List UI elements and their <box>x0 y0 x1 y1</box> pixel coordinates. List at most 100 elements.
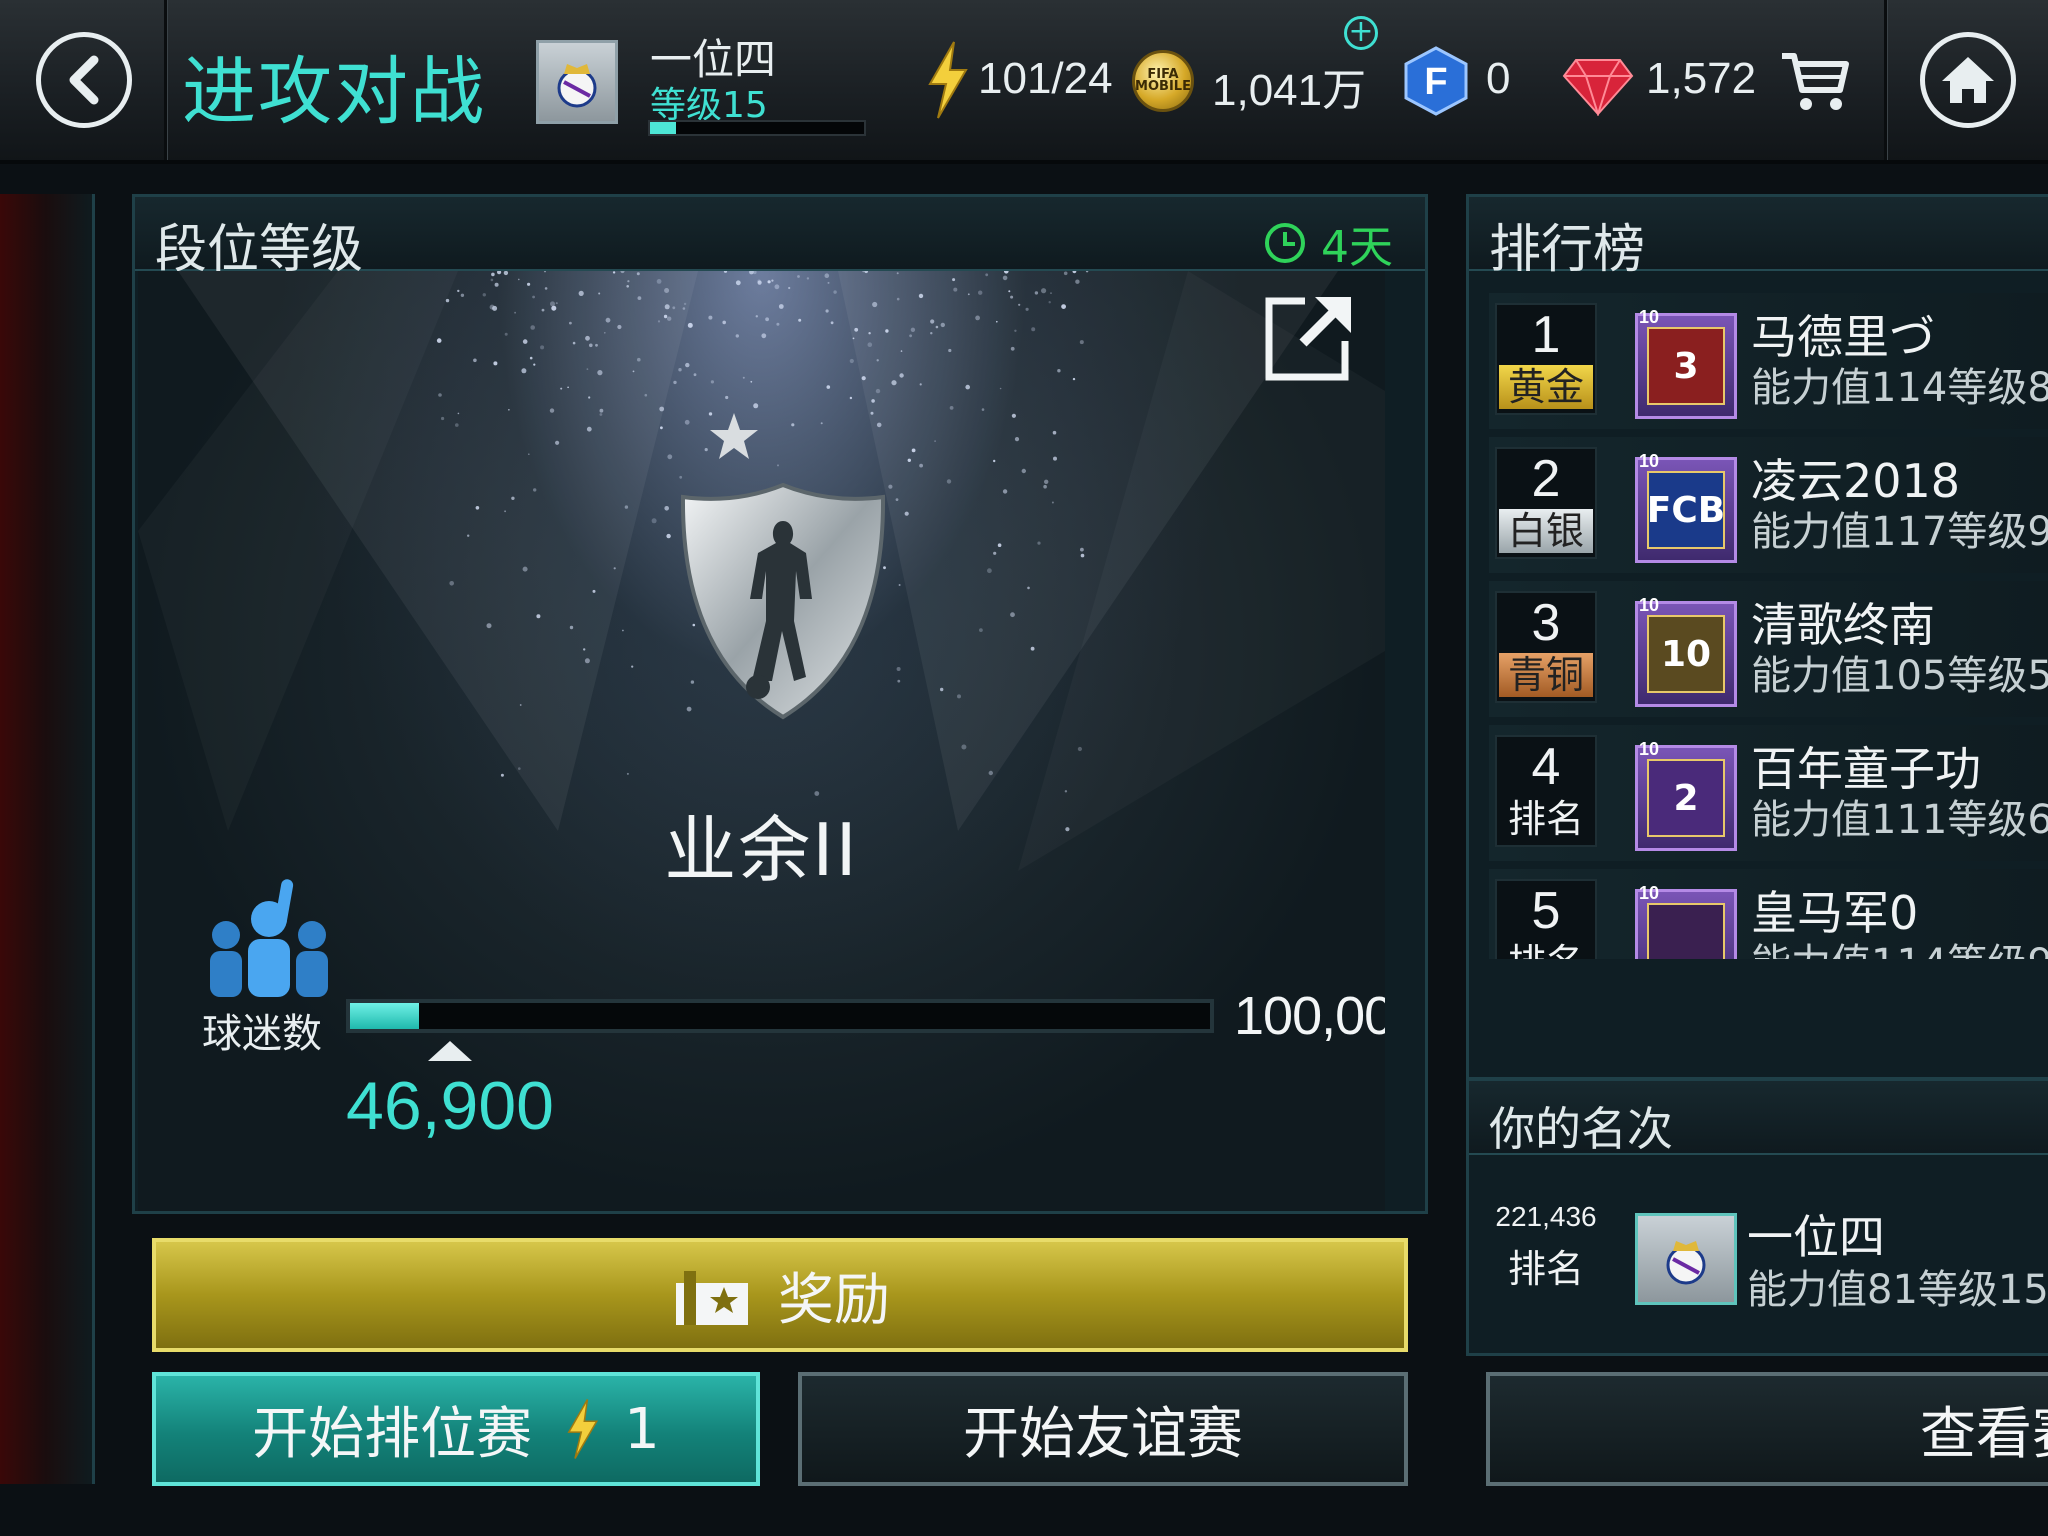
your-stats: 能力值81等级15 <box>1747 1267 2048 1313</box>
ranked-cost: 1 <box>624 1396 660 1462</box>
fans-progress-fill <box>350 1003 419 1029</box>
fans-progress-bar <box>346 999 1214 1033</box>
gems-value: 1,572 <box>1646 54 1757 103</box>
page-title: 进攻对战 <box>182 49 486 135</box>
leaderboard-row[interactable]: 2 白银 FCB 10 凌云2018 能力值117等级99 <box>1489 437 2048 573</box>
home-button[interactable] <box>1920 32 2016 128</box>
club-crest-icon <box>1635 1213 1737 1305</box>
player-stats: 能力值105等级58 <box>1751 653 2048 699</box>
badge-level-tag: 10 <box>1639 883 1660 903</box>
start-ranked-label: 开始排位赛 <box>252 1401 533 1467</box>
player-stats: 能力值111等级69 <box>1751 797 2048 843</box>
lightning-icon <box>928 41 968 119</box>
fifa-points-letter: F <box>1424 61 1447 103</box>
player-badge-icon: 3 <box>1635 313 1737 419</box>
view-label: 查看赛 <box>1920 1401 2048 1467</box>
badge-level-tag: 10 <box>1639 307 1660 327</box>
back-button[interactable] <box>36 32 132 128</box>
leaderboard-panel: 排行榜 1 黄金 3 10 马德里づ 能力值114等级81 2 白银 FCB 10 凌云2018 能力… <box>1466 194 2048 1080</box>
coins-value: 1,041万 <box>1212 66 1367 115</box>
rank-tier: 白银 <box>1499 509 1593 553</box>
player-stats: 能力值114等级81 <box>1751 365 2048 411</box>
your-rank-row[interactable]: 221,436 排名 一位四 能力值81等级15 <box>1489 1177 2048 1313</box>
leaderboard-header: 排行榜 <box>1469 197 2048 280</box>
chevron-left-icon <box>69 55 99 105</box>
clock-icon <box>1265 223 1305 263</box>
your-rank-panel: 你的名次 221,436 排名 一位四 能力值81等级15 <box>1466 1078 2048 1356</box>
energy-value: 101/24 <box>978 54 1113 103</box>
start-friendly-button[interactable]: 开始友谊赛 <box>798 1372 1408 1486</box>
season-timer: 4天 <box>1265 211 1393 275</box>
share-icon[interactable] <box>1263 291 1355 383</box>
leaderboard-list[interactable]: 1 黄金 3 10 马德里づ 能力值114等级81 2 白银 FCB 10 凌云2018 能力值117… <box>1469 293 2048 959</box>
leaderboard-row[interactable]: 4 排名 2 10 百年童子功 能力值111等级69 <box>1489 725 2048 861</box>
gift-box-icon <box>676 1271 748 1325</box>
leaderboard-row[interactable]: 1 黄金 3 10 马德里づ 能力值114等级81 <box>1489 293 2048 429</box>
start-friendly-label: 开始友谊赛 <box>963 1401 1243 1467</box>
rank-tier: 黄金 <box>1499 365 1593 409</box>
badge-level-tag: 10 <box>1639 451 1660 471</box>
badge-level-tag: 10 <box>1639 739 1660 759</box>
home-icon <box>1942 57 1994 103</box>
badge-emblem: 10 <box>1647 615 1725 693</box>
badge-emblem: FCB <box>1647 471 1725 549</box>
rank-number: 5 <box>1531 882 1561 940</box>
rank-box: 3 青铜 <box>1495 591 1597 703</box>
rank-number: 3 <box>1531 594 1561 652</box>
rank-box: 5排名 <box>1495 879 1597 959</box>
previous-panel-edge <box>0 194 95 1484</box>
fifa-points-value: 0 <box>1486 54 1511 103</box>
badge-level-tag: 10 <box>1639 595 1660 615</box>
division-panel: 段位等级 4天 业余II 球迷数 100,00 46,900 <box>132 194 1428 1214</box>
your-rank-box: 221,436 排名 <box>1495 1187 1597 1299</box>
player-stats: 能力值114等级96 <box>1751 931 2048 959</box>
your-rank-header: 你的名次 <box>1469 1081 2048 1156</box>
reward-button[interactable]: 奖励 <box>152 1238 1408 1352</box>
player-stats: 能力值117等级99 <box>1751 509 2048 555</box>
rank-star-icon <box>710 413 758 459</box>
player-badge-icon: 2 <box>1635 745 1737 851</box>
progress-marker-icon <box>428 1041 472 1061</box>
your-rank-tier: 排名 <box>1507 1247 1584 1291</box>
rank-tier: 青铜 <box>1499 653 1593 697</box>
add-coins-button[interactable]: + <box>1344 16 1378 50</box>
shop-cart-icon[interactable] <box>1780 50 1850 116</box>
leaderboard-title: 排行榜 <box>1489 220 1646 280</box>
leaderboard-row[interactable]: 5排名10皇马军0能力值114等级96 <box>1489 869 2048 959</box>
badge-emblem: 2 <box>1647 759 1725 837</box>
fans-value: 46,900 <box>346 1068 554 1144</box>
fifa-points-icon: F <box>1404 46 1468 116</box>
rank-tier: 排名 <box>1499 941 1593 959</box>
start-ranked-button[interactable]: 开始排位赛 1 <box>152 1372 760 1486</box>
lightning-icon <box>567 1399 599 1459</box>
rank-number: 1 <box>1531 306 1561 364</box>
rank-number: 2 <box>1531 450 1561 508</box>
top-bar: 进攻对战 一位四 等级15 101/24 FIFA MOBILE 1,041万 … <box>0 0 2048 164</box>
spotlight-background <box>178 271 1338 832</box>
player-badge-icon: FCB <box>1635 457 1737 563</box>
reward-label: 奖励 <box>778 1267 890 1333</box>
gem-icon <box>1562 59 1634 116</box>
your-rank-title: 你的名次 <box>1489 1102 1673 1156</box>
rank-box: 4 排名 <box>1495 735 1597 847</box>
rank-box: 2 白银 <box>1495 447 1597 559</box>
fans-icon <box>210 879 328 997</box>
club-crest-icon[interactable] <box>536 40 618 124</box>
rank-tier: 排名 <box>1507 797 1584 841</box>
badge-emblem: 3 <box>1647 327 1725 405</box>
your-rank-number: 221,436 <box>1495 1201 1597 1232</box>
rank-box: 1 黄金 <box>1495 303 1597 415</box>
division-header: 段位等级 4天 <box>135 197 1425 280</box>
coin-icon: FIFA MOBILE <box>1132 50 1194 112</box>
player-badge-icon: 10 <box>1635 601 1737 707</box>
rank-number: 4 <box>1531 738 1561 796</box>
view-season-button[interactable]: 查看赛 <box>1486 1372 2048 1486</box>
xp-bar-fill <box>650 122 676 134</box>
division-hero: 业余II 球迷数 100,000 46,900 <box>138 271 1385 1211</box>
leaderboard-row[interactable]: 3 青铜 10 10 清歌终南 能力值105等级58 <box>1489 581 2048 717</box>
fans-max-value: 100,000 <box>1234 986 1385 1046</box>
silver-shield-icon <box>680 482 886 720</box>
badge-emblem <box>1647 903 1725 959</box>
fans-label: 球迷数 <box>202 1011 322 1057</box>
xp-bar <box>648 120 866 136</box>
